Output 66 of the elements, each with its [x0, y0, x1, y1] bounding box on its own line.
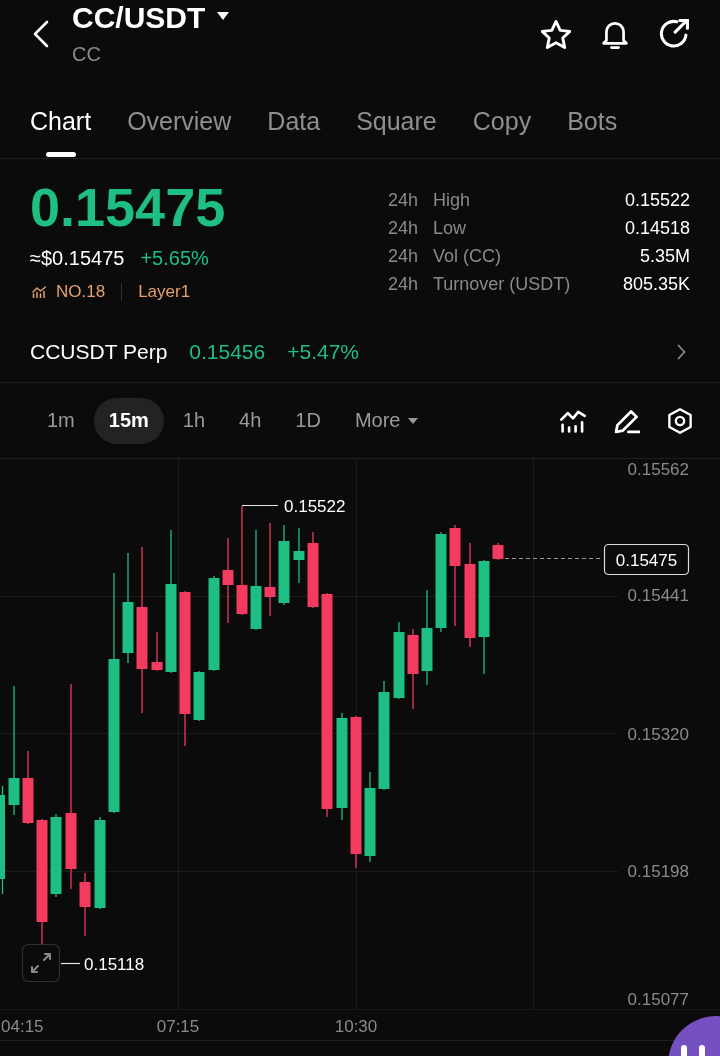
pair-selector[interactable]: CC/USDT	[72, 0, 230, 36]
caret-icon	[408, 417, 419, 424]
back-icon[interactable]	[33, 20, 49, 48]
falling-candle	[151, 631, 163, 672]
perp-name[interactable]: CCUSDT Perp	[30, 340, 168, 364]
stat-label: Vol (CC)	[433, 245, 502, 267]
perp-price: 0.15456	[189, 340, 266, 364]
interval-tab[interactable]: 15m	[93, 397, 164, 444]
stat-value: 805.35K	[622, 273, 690, 295]
interval-tab[interactable]: 4h	[224, 397, 277, 444]
star-icon[interactable]	[541, 19, 571, 49]
stat-period: 24h	[388, 217, 420, 239]
stat-value: 0.15522	[623, 189, 690, 211]
interval-tab[interactable]: 1h	[167, 397, 221, 444]
stat-value: 0.14518	[623, 217, 690, 239]
time-axis-label: 04:15	[1, 1017, 44, 1036]
price-axis-label: 0.15562	[627, 460, 689, 479]
sector-tag[interactable]: Layer1	[138, 281, 191, 303]
indicator-icon[interactable]	[560, 408, 586, 433]
stat-value: 5.35M	[638, 245, 690, 267]
leader-line	[60, 962, 81, 965]
stat-label: Turnover (USDT)	[433, 273, 572, 295]
low-price-label: 0.15118	[84, 955, 145, 974]
stat-period: 24h	[388, 273, 420, 295]
bell-icon[interactable]	[602, 19, 628, 49]
stat-label: Low	[433, 217, 468, 239]
price-axis-label: 0.15320	[627, 725, 689, 744]
bubble-icon[interactable]	[668, 1014, 720, 1056]
chevron-right-icon[interactable]	[677, 344, 686, 360]
more-dropdown[interactable]: More	[339, 397, 434, 444]
price-change: +5.65%	[140, 246, 209, 271]
price-axis-label: 0.15077	[627, 990, 689, 1009]
expand-icon	[31, 953, 51, 973]
pair-subtitle: CC	[72, 42, 102, 66]
time-axis-label: 10:30	[334, 1017, 378, 1036]
stat-label: High	[433, 189, 472, 211]
trend-bars-icon	[32, 286, 46, 298]
stat-period: 24h	[388, 245, 420, 267]
falling-candle	[492, 542, 504, 561]
tab[interactable]: Overview	[127, 92, 232, 158]
leader-line	[241, 504, 279, 507]
time-axis-label: 07:15	[156, 1017, 200, 1036]
rising-candle	[293, 527, 305, 584]
pencil-icon[interactable]	[614, 407, 640, 434]
interval-tab[interactable]: 1m	[32, 397, 90, 444]
falling-candle	[79, 872, 91, 937]
price-axis-label: 0.15441	[627, 586, 689, 605]
perp-change: +5.47%	[287, 340, 360, 364]
expand-button[interactable]	[21, 943, 61, 983]
settings-icon[interactable]	[668, 407, 692, 434]
tab[interactable]: Data	[267, 92, 321, 158]
rising-candle	[193, 670, 205, 722]
last-price-tag: 0.15475	[603, 543, 690, 576]
circle-arrow-icon[interactable]	[659, 19, 689, 49]
tab[interactable]: Square	[356, 92, 437, 158]
tab[interactable]: Bots	[567, 92, 618, 158]
fiat-price: ≈$0.15475	[30, 246, 125, 271]
interval-tab[interactable]: 1D	[280, 397, 336, 444]
high-price-label: 0.15522	[284, 497, 346, 516]
price-axis-label: 0.15198	[627, 862, 689, 881]
rank-label[interactable]: NO.18	[56, 281, 106, 303]
stat-period: 24h	[388, 189, 420, 211]
last-price: 0.15475	[30, 179, 226, 235]
tab[interactable]: Chart	[30, 92, 92, 158]
caret-icon	[217, 12, 230, 20]
tab[interactable]: Copy	[472, 92, 532, 158]
